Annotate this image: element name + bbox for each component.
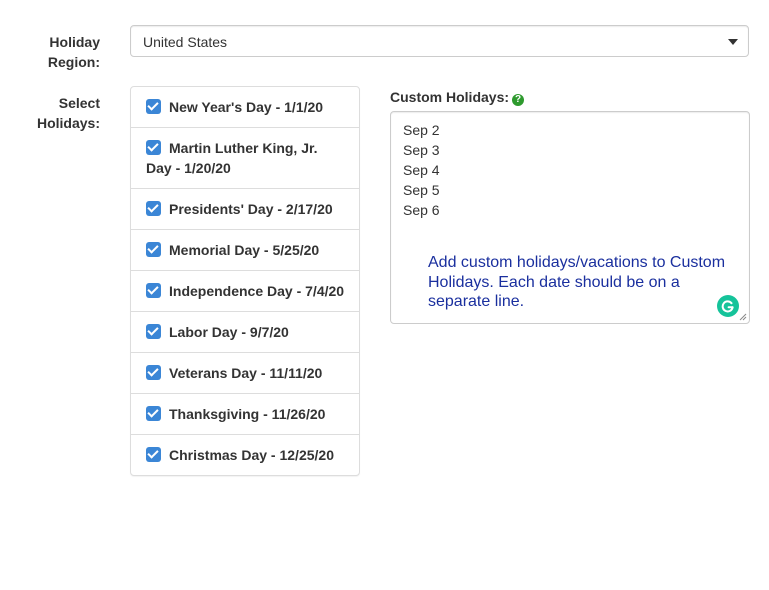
holiday-item-labor[interactable]: Labor Day - 9/7/20 (131, 311, 359, 352)
resize-handle-icon[interactable] (739, 313, 747, 321)
holiday-item-thanksgiving[interactable]: Thanksgiving - 11/26/20 (131, 393, 359, 434)
holiday-label: Martin Luther King, Jr. Day - 1/20/20 (146, 140, 318, 176)
grammarly-icon[interactable] (717, 295, 739, 317)
custom-holidays-label: Custom Holidays:? (390, 87, 525, 107)
checkbox-checked-icon[interactable] (146, 242, 161, 257)
checkbox-checked-icon[interactable] (146, 406, 161, 421)
checkbox-checked-icon[interactable] (146, 283, 161, 298)
select-holidays-label: Select Holidays: (0, 93, 100, 133)
holiday-region-label: Holiday Region: (0, 32, 100, 72)
holiday-label: Labor Day - 9/7/20 (169, 324, 289, 340)
question-circle-icon[interactable]: ? (512, 94, 525, 106)
holiday-label: Thanksgiving - 11/26/20 (169, 406, 326, 422)
holiday-label: Memorial Day - 5/25/20 (169, 242, 320, 258)
checkbox-checked-icon[interactable] (146, 140, 161, 155)
holiday-region-label-line2: Region: (47, 54, 100, 70)
checkbox-checked-icon[interactable] (146, 201, 161, 216)
checkbox-checked-icon[interactable] (146, 99, 161, 114)
holiday-label: New Year's Day - 1/1/20 (169, 99, 324, 115)
custom-holiday-line: Sep 3 (403, 142, 440, 158)
holiday-item-presidents[interactable]: Presidents' Day - 2/17/20 (131, 188, 359, 229)
select-holidays-label-line2: Holidays: (36, 115, 100, 131)
checkbox-checked-icon[interactable] (146, 365, 161, 380)
holiday-label: Christmas Day - 12/25/20 (169, 447, 334, 463)
checkbox-checked-icon[interactable] (146, 324, 161, 339)
holiday-item-christmas[interactable]: Christmas Day - 12/25/20 (131, 434, 359, 475)
holiday-item-independence[interactable]: Independence Day - 7/4/20 (131, 270, 359, 311)
holiday-list: New Year's Day - 1/1/20 Martin Luther Ki… (130, 86, 360, 476)
holiday-label: Veterans Day - 11/11/20 (169, 365, 323, 381)
holiday-item-mlk[interactable]: Martin Luther King, Jr. Day - 1/20/20 (131, 127, 359, 188)
checkbox-checked-icon[interactable] (146, 447, 161, 462)
custom-holidays-textarea[interactable]: Sep 2 Sep 3 Sep 4 Sep 5 Sep 6 Add custom… (390, 111, 750, 324)
holiday-region-value: United States (143, 34, 228, 50)
chevron-down-icon[interactable] (728, 39, 738, 45)
custom-holidays-hint: Add custom holidays/vacations to Custom … (428, 254, 726, 310)
holiday-label: Independence Day - 7/4/20 (169, 283, 345, 299)
holiday-region-select[interactable]: United States (130, 25, 749, 57)
custom-holiday-line: Sep 6 (403, 202, 440, 218)
holiday-item-veterans[interactable]: Veterans Day - 11/11/20 (131, 352, 359, 393)
holiday-item-new-years[interactable]: New Year's Day - 1/1/20 (131, 87, 359, 127)
holiday-label: Presidents' Day - 2/17/20 (169, 201, 333, 217)
custom-holiday-line: Sep 5 (403, 182, 440, 198)
holiday-region-label-line1: Holiday (49, 34, 100, 50)
select-holidays-label-line1: Select (58, 95, 100, 111)
custom-holidays-label-text: Custom Holidays: (390, 89, 510, 105)
custom-holidays-lines: Sep 2 Sep 3 Sep 4 Sep 5 Sep 6 (403, 120, 440, 220)
custom-holiday-line: Sep 4 (403, 162, 440, 178)
custom-holiday-line: Sep 2 (403, 122, 440, 138)
holiday-item-memorial[interactable]: Memorial Day - 5/25/20 (131, 229, 359, 270)
